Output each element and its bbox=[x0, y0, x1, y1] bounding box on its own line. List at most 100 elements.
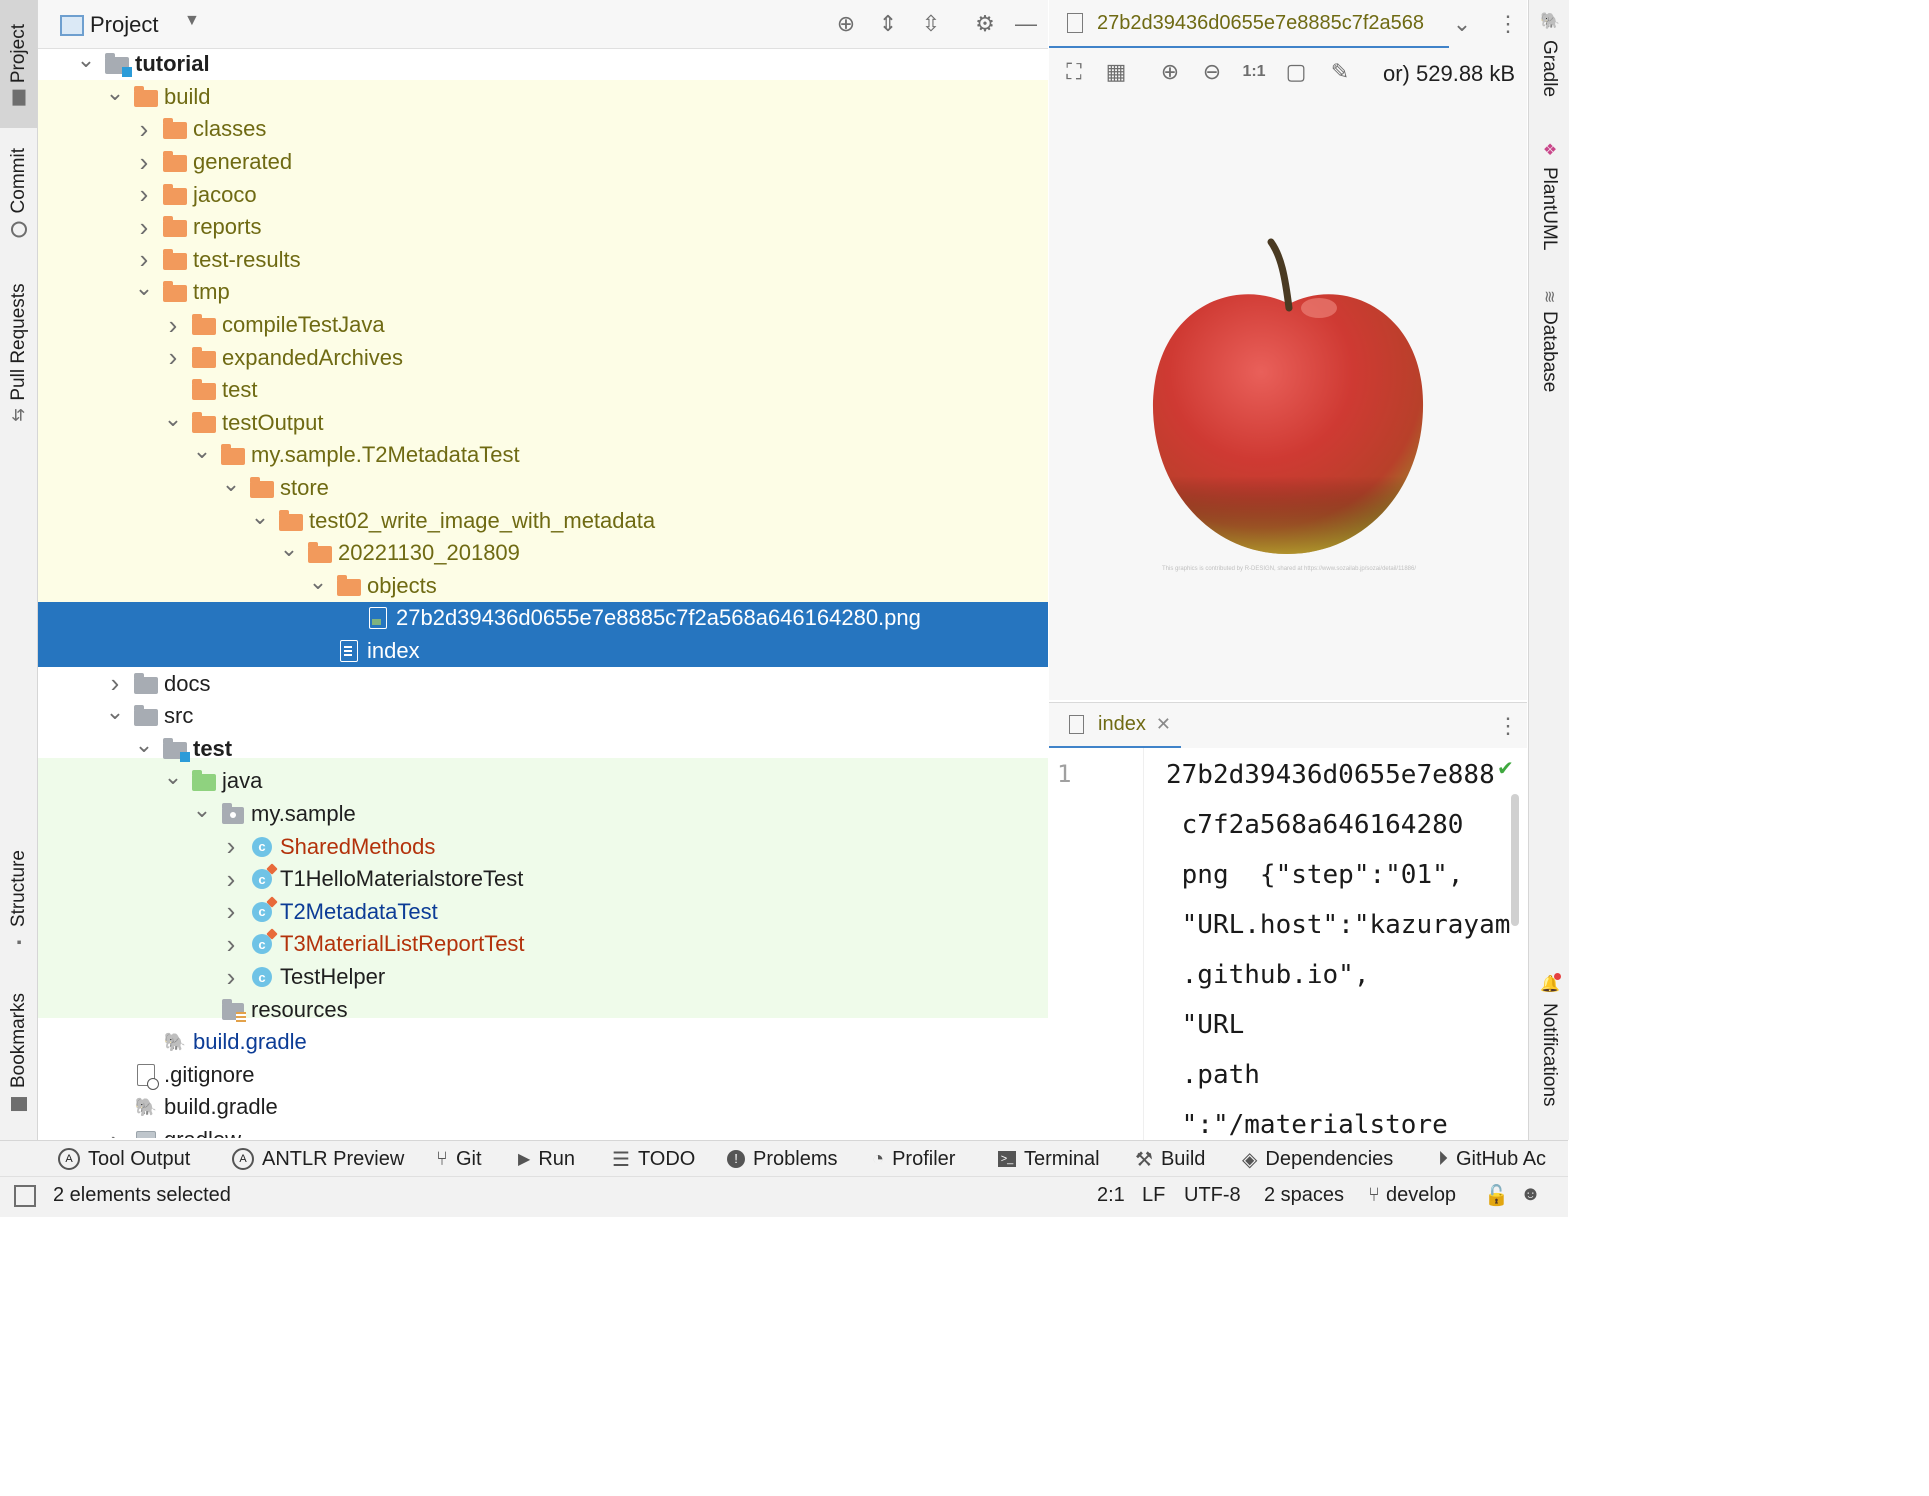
tool-tab-project[interactable]: Project bbox=[0, 0, 37, 128]
more-icon[interactable]: ⋮ bbox=[1493, 9, 1523, 39]
chevron-down-icon[interactable]: ⌄ bbox=[192, 438, 212, 463]
tree-item-java[interactable]: ⌄ java bbox=[38, 764, 1048, 798]
tool-tab-profiler[interactable]: ◔ Profiler bbox=[872, 1141, 955, 1177]
chevron-down-icon[interactable]: ⌄ bbox=[163, 764, 183, 789]
chevron-right-icon[interactable]: › bbox=[134, 212, 154, 242]
tree-item-resources[interactable]: resources bbox=[38, 993, 1048, 1026]
chevron-right-icon[interactable]: › bbox=[134, 244, 154, 274]
line-separator[interactable]: LF bbox=[1142, 1177, 1165, 1213]
locate-icon[interactable]: ⊕ bbox=[831, 9, 861, 39]
tool-tab-database[interactable]: ≋ Database bbox=[1529, 290, 1569, 415]
tree-item-27b2d39436d0655e7e8885c7f2a568a646164280-png[interactable]: 27b2d39436d0655e7e8885c7f2a568a646164280… bbox=[38, 602, 1048, 635]
tree-item-gitignore[interactable]: .gitignore bbox=[38, 1059, 1048, 1092]
inspection-icon[interactable]: ☻ bbox=[1520, 1183, 1541, 1206]
chevron-down-icon[interactable]: ⌄ bbox=[134, 732, 154, 757]
grid-icon[interactable]: ▦ bbox=[1101, 57, 1131, 87]
tree-item-expandedarchives[interactable]: › expandedArchives bbox=[38, 341, 1048, 374]
caret-position[interactable]: 2:1 bbox=[1097, 1177, 1125, 1213]
tree-item-docs[interactable]: › docs bbox=[38, 667, 1048, 700]
tree-item-src[interactable]: ⌄ src bbox=[38, 699, 1048, 733]
tree-item-testoutput[interactable]: ⌄ testOutput bbox=[38, 406, 1048, 440]
chevron-down-icon[interactable]: ⌄ bbox=[279, 536, 299, 561]
tree-item-my-sample-t2metadatatest[interactable]: ⌄ my.sample.T2MetadataTest bbox=[38, 438, 1048, 472]
chevron-right-icon[interactable]: › bbox=[134, 147, 154, 177]
color-picker-icon[interactable]: ✎ bbox=[1325, 57, 1355, 87]
tree-item-my-sample[interactable]: ⌄ my.sample bbox=[38, 797, 1048, 831]
tree-item-testhelper[interactable]: › c TestHelper bbox=[38, 961, 1048, 994]
tree-item-t1hellomaterialstoretest[interactable]: › c T1HelloMaterialstoreTest bbox=[38, 863, 1048, 896]
fit-zoom-icon[interactable]: ⛶ bbox=[1059, 57, 1089, 87]
tree-item-gradlew[interactable]: › gradlew bbox=[38, 1124, 1048, 1138]
tree-item-objects[interactable]: ⌄ objects bbox=[38, 569, 1048, 603]
text-editor[interactable]: 1 ✔ 27b2d39436d0655e7e888 c7f2a568a64616… bbox=[1049, 748, 1527, 1140]
tree-item-t2metadatatest[interactable]: › c T2MetadataTest bbox=[38, 896, 1048, 929]
tree-item-generated[interactable]: › generated bbox=[38, 146, 1048, 179]
file-encoding[interactable]: UTF-8 bbox=[1184, 1177, 1241, 1213]
tool-tab-problems[interactable]: ! Problems bbox=[727, 1141, 837, 1177]
tool-tab-run[interactable]: ▶ Run bbox=[518, 1141, 575, 1177]
tool-tab-plantuml[interactable]: ❖ PlantUML bbox=[1529, 140, 1569, 270]
tool-tab-commit[interactable]: Commit bbox=[0, 140, 37, 245]
tree-item-20221130-201809[interactable]: ⌄ 20221130_201809 bbox=[38, 536, 1048, 570]
chevron-right-icon[interactable]: › bbox=[221, 929, 241, 959]
tree-item-store[interactable]: ⌄ store bbox=[38, 471, 1048, 505]
tool-tab-terminal[interactable]: >_ Terminal bbox=[998, 1141, 1100, 1177]
chevron-right-icon[interactable]: › bbox=[105, 668, 125, 698]
chevron-right-icon[interactable]: › bbox=[163, 342, 183, 372]
tool-tab-notifications[interactable]: 🔔 Notifications bbox=[1529, 973, 1569, 1125]
indent-setting[interactable]: 2 spaces bbox=[1264, 1177, 1344, 1213]
tree-item-build[interactable]: ⌄ build bbox=[38, 80, 1048, 114]
editor-scrollbar[interactable] bbox=[1511, 794, 1519, 926]
tool-tab-tool-output[interactable]: A Tool Output bbox=[58, 1141, 190, 1177]
chevron-down-icon[interactable]: ⌄ bbox=[105, 699, 125, 724]
chevron-down-icon[interactable]: ⌄ bbox=[221, 471, 241, 496]
chevron-right-icon[interactable]: › bbox=[221, 864, 241, 894]
project-panel-title[interactable]: Project bbox=[90, 12, 158, 38]
tool-tab-pull-requests[interactable]: ⇆ Pull Requests bbox=[0, 272, 37, 432]
image-file-tab[interactable]: 27b2d39436d0655e7e8885c7f2a568 bbox=[1049, 0, 1449, 49]
gear-icon[interactable]: ⚙ bbox=[970, 9, 1000, 39]
tool-tab-todo[interactable]: ☰ TODO bbox=[612, 1141, 695, 1177]
chevron-right-icon[interactable]: › bbox=[134, 179, 154, 209]
tool-tab-bookmarks[interactable]: Bookmarks bbox=[0, 985, 37, 1120]
more-icon[interactable]: ⋮ bbox=[1493, 711, 1523, 741]
git-branch-widget[interactable]: ⑂ develop bbox=[1368, 1177, 1456, 1213]
tool-tab-dependencies[interactable]: ◈ Dependencies bbox=[1242, 1141, 1393, 1177]
tree-item-sharedmethods[interactable]: › c SharedMethods bbox=[38, 830, 1048, 863]
chevron-right-icon[interactable]: › bbox=[105, 1125, 125, 1138]
tool-tab-gradle[interactable]: 🐘 Gradle bbox=[1529, 12, 1569, 122]
chevron-down-icon[interactable]: ⌄ bbox=[308, 569, 328, 594]
tree-item-tutorial[interactable]: ⌄ tutorial bbox=[38, 48, 1048, 81]
actual-size-button[interactable]: 1:1 bbox=[1239, 57, 1269, 87]
tree-item-tmp[interactable]: ⌄ tmp bbox=[38, 275, 1048, 309]
chevron-down-icon[interactable]: ⌄ bbox=[76, 48, 96, 72]
tool-tab-structure[interactable]: ▪ Structure bbox=[0, 838, 37, 963]
tool-tab-antlr-preview[interactable]: A ANTLR Preview bbox=[232, 1141, 404, 1177]
chevron-right-icon[interactable]: › bbox=[221, 896, 241, 926]
tree-item-reports[interactable]: › reports bbox=[38, 211, 1048, 244]
index-file-tab[interactable]: index ✕ bbox=[1049, 703, 1181, 749]
tool-tab-git[interactable]: ⑂ Git bbox=[436, 1141, 482, 1177]
tree-item-test[interactable]: ⌄ test bbox=[38, 732, 1048, 766]
tree-item-compiletestjava[interactable]: › compileTestJava bbox=[38, 309, 1048, 342]
fit-window-icon[interactable]: ▢ bbox=[1281, 57, 1311, 87]
panel-toggle-icon[interactable] bbox=[14, 1185, 36, 1207]
chevron-down-icon[interactable]: ⌄ bbox=[1447, 9, 1477, 39]
chevron-down-icon[interactable]: ⌄ bbox=[163, 406, 183, 431]
close-icon[interactable]: ✕ bbox=[1156, 714, 1171, 735]
chevron-down-icon[interactable]: ⌄ bbox=[250, 504, 270, 529]
tree-item-jacoco[interactable]: › jacoco bbox=[38, 178, 1048, 211]
tree-item-build-gradle[interactable]: 🐘 build.gradle bbox=[38, 1026, 1048, 1059]
chevron-down-icon[interactable]: ⌄ bbox=[134, 275, 154, 300]
tree-item-test-results[interactable]: › test-results bbox=[38, 244, 1048, 277]
collapse-all-icon[interactable]: ⇳ bbox=[916, 9, 946, 39]
tool-tab-github-actions[interactable]: ⏵ GitHub Ac bbox=[1438, 1141, 1546, 1177]
zoom-out-icon[interactable]: ⊖ bbox=[1197, 57, 1227, 87]
chevron-down-icon[interactable]: ⌄ bbox=[105, 80, 125, 105]
tool-tab-build[interactable]: ⚒ Build bbox=[1135, 1141, 1205, 1177]
lock-icon[interactable]: 🔓 bbox=[1484, 1183, 1509, 1208]
tree-item-index[interactable]: index bbox=[38, 634, 1048, 668]
tree-item-test[interactable]: test bbox=[38, 374, 1048, 407]
expand-all-icon[interactable]: ⇕ bbox=[873, 9, 903, 39]
chevron-right-icon[interactable]: › bbox=[163, 310, 183, 340]
